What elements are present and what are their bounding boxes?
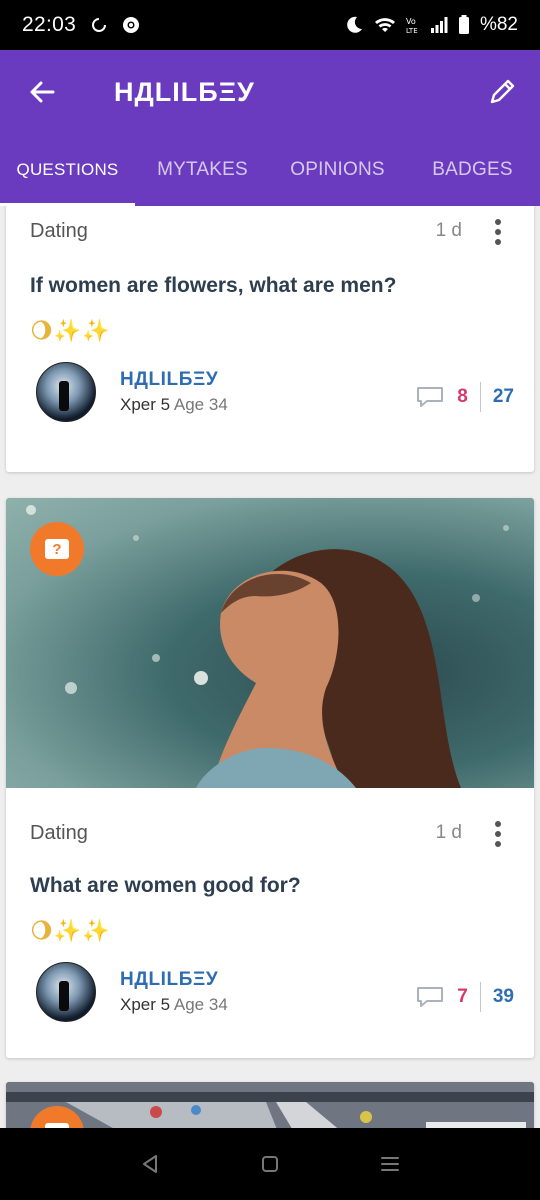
dot-icon: [495, 229, 501, 235]
question-card[interactable]: ?: [6, 1082, 534, 1128]
post-age: 1 d: [435, 822, 462, 843]
pencil-icon: [490, 79, 515, 104]
post-stats: 8 27: [415, 382, 514, 412]
dot-icon: [495, 239, 501, 245]
question-mark-icon: ?: [45, 539, 69, 559]
edit-button[interactable]: [464, 50, 540, 134]
factory-photo: [6, 1082, 534, 1128]
svg-text:Vo: Vo: [406, 17, 416, 26]
moon-icon: [344, 15, 364, 35]
wifi-icon: [374, 16, 396, 34]
tab-opinions[interactable]: OPINIONS: [270, 134, 405, 206]
comment-count[interactable]: 8: [457, 386, 468, 408]
author-block[interactable]: НДLILБΞУ Xper 5 Age 34: [36, 362, 228, 422]
vote-count[interactable]: 27: [493, 386, 514, 408]
signal-icon: [430, 16, 448, 34]
nav-home-button[interactable]: [250, 1144, 290, 1184]
stats-divider: [479, 382, 481, 412]
chrome-icon: [122, 16, 140, 34]
topic-label[interactable]: Dating: [30, 822, 88, 845]
author-age: Age 34: [173, 395, 228, 414]
sync-icon: [90, 16, 108, 34]
dot-icon: [495, 821, 501, 827]
topic-label[interactable]: Dating: [30, 220, 88, 243]
tab-badges[interactable]: BADGES: [405, 134, 540, 206]
question-card[interactable]: ? Dating 1 d What are women good for? 🌖✨…: [6, 498, 534, 1058]
xper-level: Xper 5: [120, 395, 171, 414]
battery-level: %82: [479, 14, 518, 35]
comment-icon: [417, 987, 444, 1007]
back-button[interactable]: [0, 50, 84, 134]
status-bar: 22:03 Vo LTE %82: [0, 0, 540, 50]
feed[interactable]: Dating 1 d If women are flowers, what ar…: [0, 206, 540, 1128]
tab-mytakes[interactable]: MYTAKES: [135, 134, 270, 206]
woman-photo: [26, 505, 509, 788]
app-bar: НДLILБΞУ: [0, 50, 540, 134]
dot-icon: [495, 841, 501, 847]
system-nav-bar: [0, 1128, 540, 1200]
menu-lines-icon: [381, 1157, 399, 1171]
battery-icon: [458, 15, 470, 35]
question-badge: ?: [30, 522, 84, 576]
stats-divider: [479, 982, 481, 1012]
vote-count[interactable]: 39: [493, 986, 514, 1008]
post-age: 1 d: [435, 220, 462, 241]
nav-recents-button[interactable]: [370, 1144, 410, 1184]
avatar[interactable]: [36, 362, 96, 422]
dot-icon: [495, 219, 501, 225]
question-image[interactable]: ?: [6, 498, 534, 788]
profile-tabs: QUESTIONS MYTAKES OPINIONS BADGES: [0, 134, 540, 206]
comment-icon: [417, 387, 444, 407]
arrow-left-icon: [30, 81, 55, 103]
status-time: 22:03: [22, 13, 77, 36]
xper-level: Xper 5: [120, 995, 171, 1014]
svg-text:LTE: LTE: [406, 27, 418, 35]
author-name[interactable]: НДLILБΞУ: [120, 369, 228, 391]
question-image[interactable]: ?: [6, 1082, 534, 1128]
question-title[interactable]: What are women good for?: [30, 874, 301, 898]
avatar[interactable]: [36, 962, 96, 1022]
square-home-icon: [262, 1156, 278, 1172]
volte-icon: Vo LTE: [406, 15, 420, 35]
post-stats: 7 39: [415, 982, 514, 1012]
tab-questions[interactable]: QUESTIONS: [0, 134, 135, 206]
question-emoji: 🌖✨✨: [30, 318, 111, 343]
triangle-back-icon: [143, 1155, 157, 1173]
question-emoji: 🌖✨✨: [30, 918, 111, 943]
nav-back-button[interactable]: [130, 1144, 170, 1184]
page-title: НДLILБΞУ: [114, 76, 255, 107]
question-card[interactable]: Dating 1 d If women are flowers, what ar…: [6, 206, 534, 472]
author-age: Age 34: [173, 995, 228, 1014]
comment-count[interactable]: 7: [457, 986, 468, 1008]
more-options-button[interactable]: [486, 216, 510, 248]
question-title[interactable]: If women are flowers, what are men?: [30, 274, 396, 298]
more-options-button[interactable]: [486, 818, 510, 850]
author-block[interactable]: НДLILБΞУ Xper 5 Age 34: [36, 962, 228, 1022]
dot-icon: [495, 831, 501, 837]
author-name[interactable]: НДLILБΞУ: [120, 969, 228, 991]
